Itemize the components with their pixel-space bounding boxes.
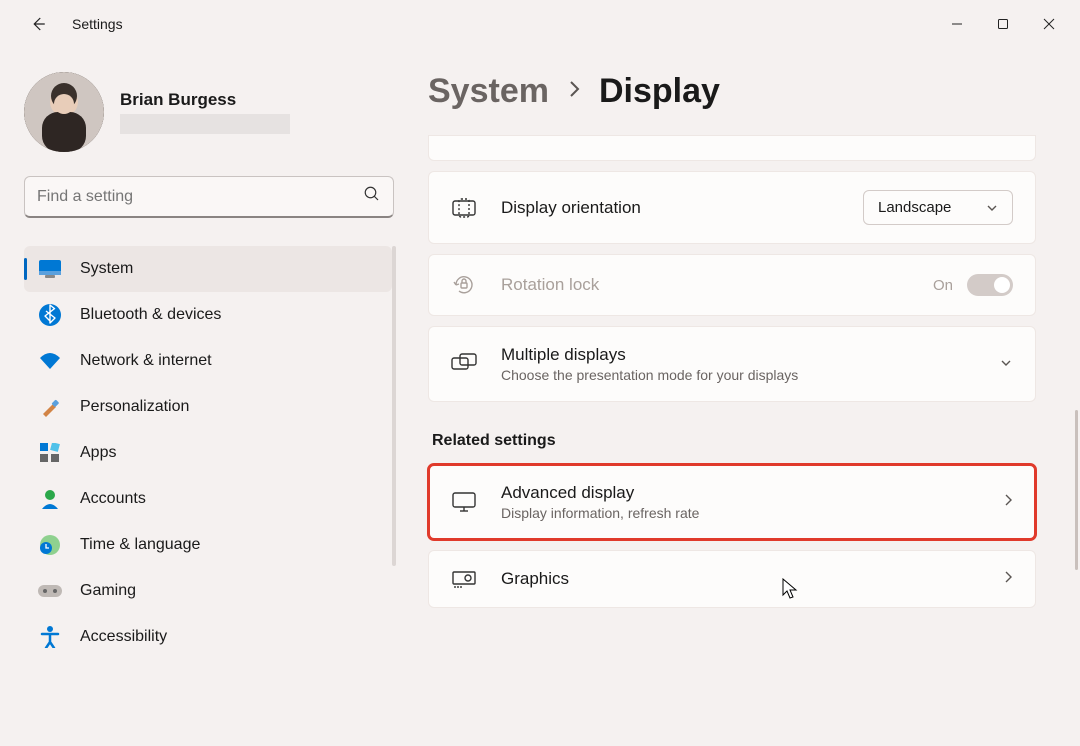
clock-globe-icon	[38, 533, 62, 557]
nav-label: Accounts	[80, 490, 146, 508]
card-title: Advanced display	[501, 483, 979, 503]
rotation-lock-toggle	[967, 274, 1013, 296]
chevron-right-icon	[1003, 493, 1013, 512]
nav-item-network[interactable]: Network & internet	[24, 338, 392, 384]
nav-item-system[interactable]: System	[24, 246, 392, 292]
card-title: Graphics	[501, 569, 979, 589]
orientation-dropdown[interactable]: Landscape	[863, 190, 1013, 225]
window-title: Settings	[72, 16, 123, 32]
minimize-button[interactable]	[934, 8, 980, 40]
nav-label: Apps	[80, 444, 116, 462]
breadcrumb: System Display	[428, 72, 1036, 111]
nav-list: System Bluetooth & devices Network & int…	[24, 246, 392, 660]
gamepad-icon	[38, 579, 62, 603]
nav-item-personalization[interactable]: Personalization	[24, 384, 392, 430]
nav-item-accounts[interactable]: Accounts	[24, 476, 392, 522]
paintbrush-icon	[38, 395, 62, 419]
back-button[interactable]	[24, 15, 52, 33]
back-arrow-icon	[29, 15, 47, 33]
nav-item-time[interactable]: Time & language	[24, 522, 392, 568]
chevron-down-icon	[986, 199, 998, 216]
maximize-button[interactable]	[980, 8, 1026, 40]
nav-item-accessibility[interactable]: Accessibility	[24, 614, 392, 660]
chevron-right-icon	[567, 79, 581, 104]
dropdown-value: Landscape	[878, 199, 951, 216]
nav-label: Personalization	[80, 398, 189, 416]
card-title: Display orientation	[501, 198, 839, 218]
close-button[interactable]	[1026, 8, 1072, 40]
card-subtitle: Choose the presentation mode for your di…	[501, 367, 975, 383]
nav-label: Bluetooth & devices	[80, 306, 221, 324]
accessibility-icon	[38, 625, 62, 649]
search-icon	[363, 185, 381, 208]
chevron-right-icon	[1003, 570, 1013, 589]
card-title: Multiple displays	[501, 345, 975, 365]
search-box[interactable]	[24, 176, 394, 218]
breadcrumb-parent[interactable]: System	[428, 72, 549, 111]
nav-item-apps[interactable]: Apps	[24, 430, 392, 476]
chevron-down-icon	[999, 355, 1013, 373]
nav-label: Gaming	[80, 582, 136, 600]
monitor-icon	[451, 491, 477, 513]
system-icon	[38, 257, 62, 281]
orientation-icon	[451, 198, 477, 218]
toggle-status-label: On	[933, 277, 953, 294]
card-advanced-display[interactable]: Advanced display Display information, re…	[428, 464, 1036, 540]
card-subtitle: Display information, refresh rate	[501, 505, 979, 521]
nav-label: Accessibility	[80, 628, 167, 646]
sidebar: Brian Burgess System Bluetooth & devices…	[0, 48, 400, 746]
section-heading-related: Related settings	[432, 432, 1036, 450]
card-graphics[interactable]: Graphics	[428, 550, 1036, 608]
apps-icon	[38, 441, 62, 465]
nav-item-bluetooth[interactable]: Bluetooth & devices	[24, 292, 392, 338]
wifi-icon	[38, 349, 62, 373]
person-icon	[38, 487, 62, 511]
avatar	[24, 72, 104, 152]
nav-scrollbar[interactable]	[392, 246, 396, 566]
card-cut-top	[428, 135, 1036, 161]
nav-item-gaming[interactable]: Gaming	[24, 568, 392, 614]
card-rotation-lock: Rotation lock On	[428, 254, 1036, 316]
breadcrumb-current: Display	[599, 72, 720, 111]
user-header[interactable]: Brian Burgess	[24, 72, 392, 152]
multiple-displays-icon	[451, 353, 477, 375]
user-name: Brian Burgess	[120, 90, 290, 110]
content-area: System Display Display orientation Lands…	[400, 48, 1080, 746]
content-scrollbar[interactable]	[1075, 410, 1078, 570]
rotation-lock-icon	[451, 273, 477, 297]
card-multiple-displays[interactable]: Multiple displays Choose the presentatio…	[428, 326, 1036, 402]
bluetooth-icon	[38, 303, 62, 327]
nav-label: Network & internet	[80, 352, 212, 370]
nav-label: Time & language	[80, 536, 200, 554]
user-email-redacted	[120, 114, 290, 134]
titlebar: Settings	[0, 0, 1080, 48]
card-title: Rotation lock	[501, 275, 909, 295]
search-input[interactable]	[37, 188, 363, 206]
nav-label: System	[80, 260, 133, 278]
graphics-card-icon	[451, 569, 477, 589]
card-display-orientation[interactable]: Display orientation Landscape	[428, 171, 1036, 244]
